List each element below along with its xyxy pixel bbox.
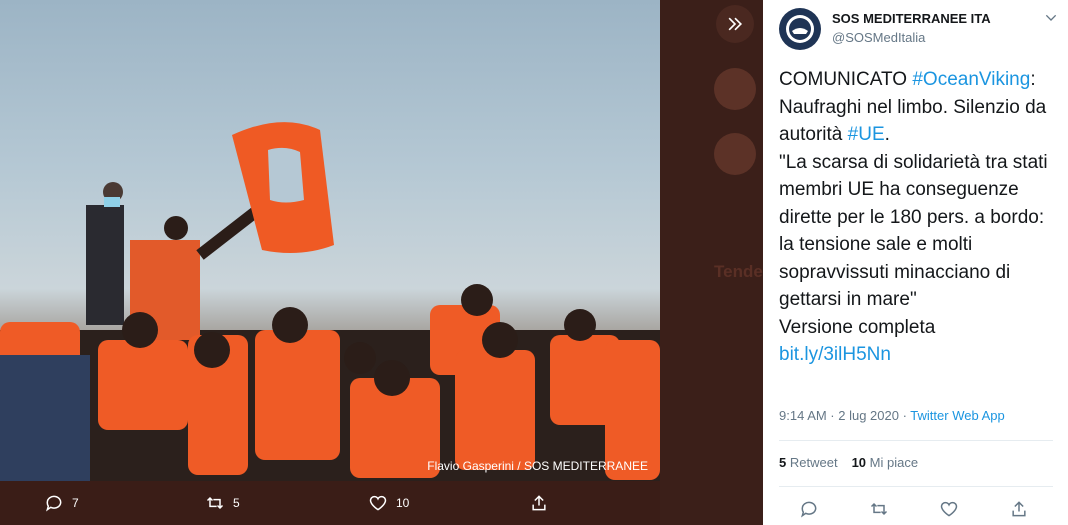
share-button[interactable] bbox=[529, 493, 549, 513]
tweet-timestamp[interactable]: 9:14 AM · 2 lug 2020 · bbox=[779, 408, 910, 423]
rescue-photo-illustration bbox=[0, 122, 660, 481]
reply-button[interactable]: 7 bbox=[44, 493, 79, 513]
retweets-count: 5 bbox=[779, 455, 787, 470]
retweet-icon[interactable] bbox=[869, 499, 889, 519]
tweet-detail-panel: SOS MEDITERRANEE ITA @SOSMedItalia COMUN… bbox=[763, 0, 1068, 525]
reply-count: 7 bbox=[72, 496, 79, 510]
tweet-text-end: . bbox=[884, 124, 890, 145]
author-avatar[interactable] bbox=[779, 8, 821, 50]
reply-icon bbox=[46, 495, 62, 512]
hashtag-link[interactable]: #OceanViking bbox=[912, 69, 1030, 90]
retweets-label: Retweet bbox=[789, 455, 838, 470]
tweet-link[interactable]: bit.ly/3ilH5Nn bbox=[779, 344, 891, 365]
double-chevron-right-icon bbox=[728, 17, 743, 31]
retweet-button[interactable]: 5 bbox=[205, 493, 240, 513]
retweet-icon bbox=[206, 496, 224, 510]
tweet-text: COMUNICATO #OceanViking: Naufraghi nel l… bbox=[779, 66, 1061, 369]
tweet-photo[interactable]: Flavio Gasperini / SOS MEDITERRANEE bbox=[0, 0, 660, 481]
background-avatar bbox=[714, 133, 756, 175]
retweet-count: 5 bbox=[233, 496, 240, 510]
collapse-panel-button[interactable] bbox=[716, 5, 754, 43]
tweet-meta: 9:14 AM · 2 lug 2020 · Twitter Web App bbox=[779, 408, 1005, 423]
like-count: 10 bbox=[396, 496, 410, 510]
like-button[interactable]: 10 bbox=[368, 493, 409, 513]
photo-action-bar: 7 5 10 bbox=[0, 481, 660, 525]
heart-icon[interactable] bbox=[939, 499, 959, 519]
tweet-quote: "La scarsa di solidarietà tra stati memb… bbox=[779, 151, 1048, 311]
likes-count: 10 bbox=[851, 455, 867, 470]
author-name[interactable]: SOS MEDITERRANEE ITA bbox=[832, 11, 991, 26]
likes-label: Mi piace bbox=[869, 455, 919, 470]
divider bbox=[779, 486, 1053, 487]
sos-mediterranee-logo-icon bbox=[786, 15, 814, 43]
background-avatar bbox=[714, 68, 756, 110]
hashtag-link[interactable]: #UE bbox=[848, 124, 885, 145]
tweet-actions bbox=[799, 499, 1039, 521]
tweet-version-label: Versione completa bbox=[779, 316, 936, 338]
heart-icon bbox=[369, 495, 387, 511]
photo-credit: Flavio Gasperini / SOS MEDITERRANEE bbox=[427, 459, 648, 473]
likes-stat[interactable]: 10 Mi piace bbox=[852, 455, 919, 470]
share-icon[interactable] bbox=[1009, 499, 1029, 519]
retweets-stat[interactable]: 5 Retweet bbox=[779, 455, 838, 470]
tweet-stats: 5 Retweet 10 Mi piace bbox=[779, 455, 918, 470]
author-handle[interactable]: @SOSMedItalia bbox=[832, 30, 925, 45]
background-trends-heading: Tende bbox=[714, 262, 763, 281]
divider bbox=[779, 440, 1053, 441]
tweet-text-intro: COMUNICATO bbox=[779, 69, 913, 90]
chevron-down-icon[interactable] bbox=[1043, 10, 1059, 26]
tweet-source[interactable]: Twitter Web App bbox=[910, 408, 1004, 423]
share-icon bbox=[532, 495, 546, 511]
reply-icon[interactable] bbox=[799, 499, 819, 519]
tweet-header: SOS MEDITERRANEE ITA @SOSMedItalia bbox=[779, 8, 1059, 52]
